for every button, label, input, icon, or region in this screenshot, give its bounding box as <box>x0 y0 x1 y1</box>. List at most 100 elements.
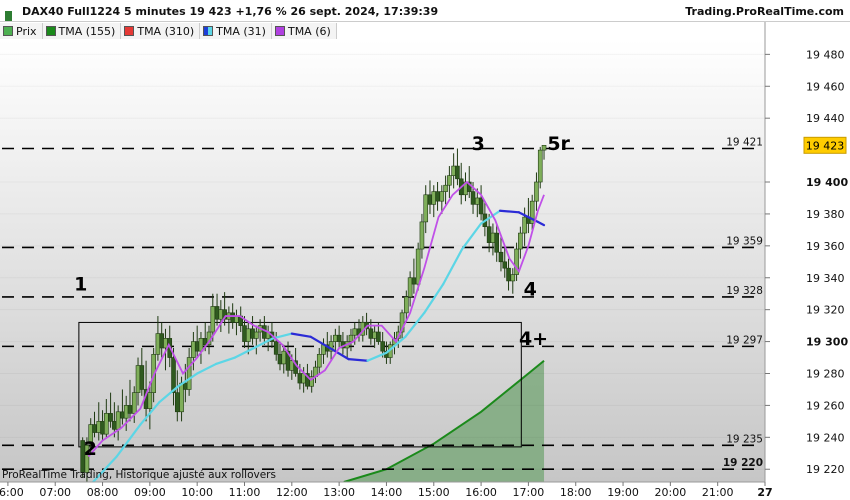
candle-body <box>447 175 452 186</box>
level-label: 19 220 <box>723 457 763 469</box>
candle-body <box>245 328 251 342</box>
candle-body <box>155 333 161 355</box>
candle-body <box>254 331 259 339</box>
candle-body <box>372 331 377 339</box>
candle-body <box>490 232 496 243</box>
x-tick-label: 09:00 <box>134 486 166 499</box>
level-label: 19 235 <box>726 433 763 445</box>
candle-body <box>368 328 374 339</box>
wave-label: 1 <box>74 274 87 296</box>
y-tick-label: 19 360 <box>806 240 845 253</box>
candle-body <box>419 221 425 250</box>
y-tick-label: 19 340 <box>806 272 845 285</box>
wave-label: 3 <box>472 133 485 155</box>
x-tick-label: 11:00 <box>229 486 261 499</box>
candle-body <box>494 232 500 253</box>
candle-body <box>108 413 113 422</box>
candle-body <box>281 350 287 365</box>
candle-body <box>435 191 440 202</box>
candle-body <box>127 405 133 414</box>
candle-body <box>96 421 102 433</box>
x-tick-label: 15:00 <box>418 486 450 499</box>
candle-body <box>250 328 255 339</box>
candle-body <box>194 341 200 352</box>
y-tick-label: 19 400 <box>806 176 848 189</box>
candle-body <box>242 325 247 342</box>
x-tick-label: 14:00 <box>371 486 403 499</box>
candle-body <box>431 191 437 205</box>
wave-label: 4+ <box>519 328 548 350</box>
candle-body <box>541 145 547 151</box>
candle-body <box>186 357 192 390</box>
candle-body <box>92 424 97 433</box>
y-tick-label: 19 240 <box>806 431 845 444</box>
candle-body <box>100 421 105 435</box>
candle-body <box>104 413 109 435</box>
candle-body <box>411 277 417 285</box>
x-tick-label: 13:00 <box>323 486 355 499</box>
candle-body <box>262 325 267 339</box>
candle-body <box>214 306 220 320</box>
candle-body <box>147 392 153 409</box>
candle-body <box>415 248 421 285</box>
candle-body <box>455 165 460 180</box>
candle-body <box>316 354 322 368</box>
candle-body <box>175 392 180 413</box>
x-tick-label: 19:00 <box>607 486 639 499</box>
candle-body <box>506 267 511 282</box>
x-tick-label: 10:00 <box>181 486 213 499</box>
candle-body <box>470 191 476 205</box>
candle-body <box>183 382 188 390</box>
price-chart[interactable]: 19 421 19 359 19 328 19 297 19 235 19 220 1 2 3… <box>0 0 850 500</box>
candle-body <box>404 296 409 314</box>
candle-body <box>112 421 117 430</box>
candle-body <box>380 341 385 352</box>
candle-body <box>123 405 129 419</box>
candle-body <box>336 334 342 342</box>
level-label: 19 297 <box>726 334 763 346</box>
candle-body <box>522 216 527 234</box>
candle-body <box>273 341 279 355</box>
candle-body <box>163 338 168 349</box>
candle-body <box>348 334 354 342</box>
candle-body <box>407 277 413 298</box>
candle-body <box>135 365 141 393</box>
candle-body <box>518 232 523 250</box>
y-tick-label: 19 220 <box>806 463 845 476</box>
y-tick-label: 19 320 <box>806 304 845 317</box>
y-tick-label: 19 480 <box>806 48 845 61</box>
candle-body <box>277 354 283 365</box>
candle-body <box>478 197 484 215</box>
candle-body <box>537 149 543 183</box>
x-tick-label: 16:00 <box>465 486 497 499</box>
x-tick-label: 21:00 <box>702 486 734 499</box>
level-label: 19 328 <box>726 285 763 297</box>
y-tick-label: 19 380 <box>806 208 845 221</box>
candle-body <box>423 194 429 223</box>
y-tick-label: 19 460 <box>806 80 845 93</box>
wave-label: 5r <box>547 133 570 155</box>
y-tick-label: 19 300 <box>806 336 848 349</box>
candle-body <box>218 309 224 320</box>
candle-body <box>191 341 196 358</box>
candle-body <box>171 357 176 393</box>
x-tick-label: 06:00 <box>0 486 24 499</box>
level-label: 19 359 <box>726 235 763 247</box>
candle-body <box>510 274 516 282</box>
wave-label: 4 <box>524 278 537 300</box>
last-price-label: 19 423 <box>806 139 845 152</box>
candle-body <box>502 261 508 269</box>
candle-body <box>230 312 235 323</box>
x-tick-label: 07:00 <box>39 486 71 499</box>
candle-body <box>534 181 539 202</box>
candle-body <box>333 334 338 342</box>
level-label: 19 421 <box>726 137 763 149</box>
candle-body <box>139 365 145 390</box>
candle-body <box>234 315 239 323</box>
x-tick-label: 12:00 <box>276 486 308 499</box>
candle-body <box>297 373 303 384</box>
y-tick-label: 19 280 <box>806 367 845 380</box>
y-tick-label: 19 260 <box>806 399 845 412</box>
candle-body <box>376 331 381 342</box>
candle-body <box>210 306 216 333</box>
